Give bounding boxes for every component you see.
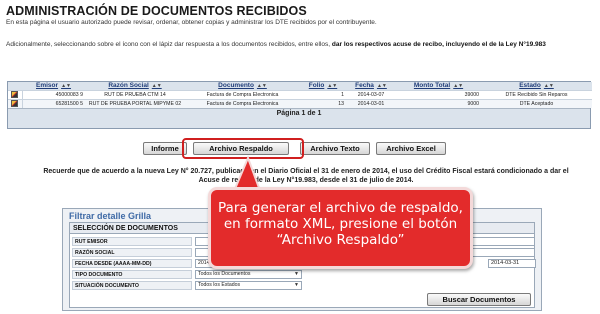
table-row: 45000083 9 RUT DE PRUEBA CTM 14 Factura … — [8, 89, 592, 99]
column-header-estado[interactable]: Estado ▲▼ — [481, 82, 592, 90]
acuse-note-text: Adicionalmente, seleccionando sobre el í… — [6, 41, 332, 48]
cell-estado: DTE Recibido Sin Reparos — [481, 89, 592, 99]
cell-emisor: 65281500 5 — [22, 98, 85, 108]
chevron-down-icon[interactable]: ▼ — [294, 282, 299, 289]
row-situacion-documento: SITUACIÓN DOCUMENTO Todos los Estados ▼ — [70, 281, 534, 291]
cell-monto: 39000 — [396, 89, 481, 99]
cell-documento: Factura de Compra Electronica — [185, 98, 300, 108]
cell-folio: 13 — [300, 98, 346, 108]
sort-arrows-icon[interactable]: ▲▼ — [152, 83, 162, 89]
cell-monto: 9000 — [396, 98, 481, 108]
pagination-label: Página 1 de 1 — [8, 108, 590, 118]
tipo-documento-label: TIPO DOCUMENTO — [72, 270, 192, 279]
row-tipo-documento: TIPO DOCUMENTO Todos los Documentos ▼ — [70, 270, 534, 280]
archivo-excel-button[interactable]: Archivo Excel — [376, 142, 446, 155]
column-header-emisor[interactable]: Emisor ▲▼ — [22, 82, 85, 90]
filter-title: Filtrar detalle Grilla — [69, 211, 152, 221]
column-header-razon-social[interactable]: Razón Social ▲▼ — [85, 82, 185, 90]
cell-razon-social: RUT DE PRUEBA CTM 14 — [85, 89, 185, 99]
razon-social-label: RAZÓN SOCIAL — [72, 248, 192, 257]
fecha-desde-label: FECHA DESDE (AAAA-MM-DD) — [72, 259, 192, 268]
documents-grid: Emisor ▲▼ Razón Social ▲▼ Documento ▲▼ Foli… — [7, 81, 592, 129]
column-header-folio[interactable]: Folio ▲▼ — [300, 82, 346, 90]
situacion-documento-label: SITUACIÓN DOCUMENTO — [72, 281, 192, 290]
buscar-documentos-button[interactable]: Buscar Documentos — [427, 293, 531, 306]
law-reminder: Recuerde que de acuerdo a la nueva Ley N… — [32, 167, 580, 185]
respaldo-highlight — [182, 138, 304, 159]
intro-text: En esta página el usuario autorizado pue… — [6, 19, 377, 26]
table-row: 65281500 5 RUT DE PRUEBA PORTAL MIPYME 0… — [8, 98, 592, 108]
page-title: ADMINISTRACIÓN DE DOCUMENTOS RECIBIDOS — [6, 4, 307, 18]
pencil-icon[interactable] — [11, 100, 19, 108]
cell-emisor: 45000083 9 — [22, 89, 85, 99]
cell-estado: DTE Aceptado — [481, 98, 592, 108]
law-reminder-line1: Recuerde que de acuerdo a la nueva Ley N… — [43, 168, 569, 175]
cell-documento: Factura de Compra Electronica — [185, 89, 300, 99]
situacion-documento-value: Todos los Estados — [198, 282, 241, 288]
chevron-down-icon[interactable]: ▼ — [294, 271, 299, 278]
sort-arrows-icon[interactable]: ▲▼ — [61, 83, 71, 89]
law-reminder-line2: Acuse de recibo de la Ley N°19.983, desd… — [198, 177, 414, 184]
sort-arrows-icon[interactable]: ▲▼ — [453, 83, 463, 89]
archivo-texto-button[interactable]: Archivo Texto — [300, 142, 370, 155]
callout-line3: “Archivo Respaldo” — [276, 232, 405, 248]
sort-arrows-icon[interactable]: ▲▼ — [327, 83, 337, 89]
sort-arrows-icon[interactable]: ▲▼ — [377, 83, 387, 89]
sort-arrows-icon[interactable]: ▲▼ — [544, 83, 554, 89]
tipo-documento-value: Todos los Documentos — [198, 271, 251, 277]
tipo-documento-select[interactable]: Todos los Documentos ▼ — [195, 270, 302, 279]
callout-line2: en formato XML, presione el botón — [223, 216, 458, 232]
cell-folio: 1 — [300, 89, 346, 99]
rut-emisor-label: RUT EMISOR — [72, 237, 192, 246]
pencil-icon[interactable] — [11, 91, 19, 98]
cell-fecha: 2014-03-01 — [346, 98, 396, 108]
callout-line1: Para generar el archivo de respaldo, — [218, 200, 463, 216]
cell-fecha: 2014-03-07 — [346, 89, 396, 99]
column-header-monto-total[interactable]: Monto Total ▲▼ — [396, 82, 481, 90]
column-header-fecha[interactable]: Fecha ▲▼ — [346, 82, 396, 90]
acuse-note-bold: dar los respectivos acuse de recibo, inc… — [331, 41, 546, 48]
column-header-documento[interactable]: Documento ▲▼ — [185, 82, 300, 90]
callout-tooltip: Para generar el archivo de respaldo, en … — [208, 187, 473, 269]
cell-razon-social: RUT DE PRUEBA PORTAL MIPYME 02 — [85, 98, 185, 108]
informe-button[interactable]: Informe — [143, 142, 187, 155]
acuse-note: Adicionalmente, seleccionando sobre el í… — [6, 40, 596, 49]
grid-header-edit — [8, 82, 22, 90]
fecha-hasta-field[interactable]: 2014-03-31 — [488, 259, 536, 268]
sort-arrows-icon[interactable]: ▲▼ — [257, 83, 267, 89]
situacion-documento-select[interactable]: Todos los Estados ▼ — [195, 281, 302, 290]
